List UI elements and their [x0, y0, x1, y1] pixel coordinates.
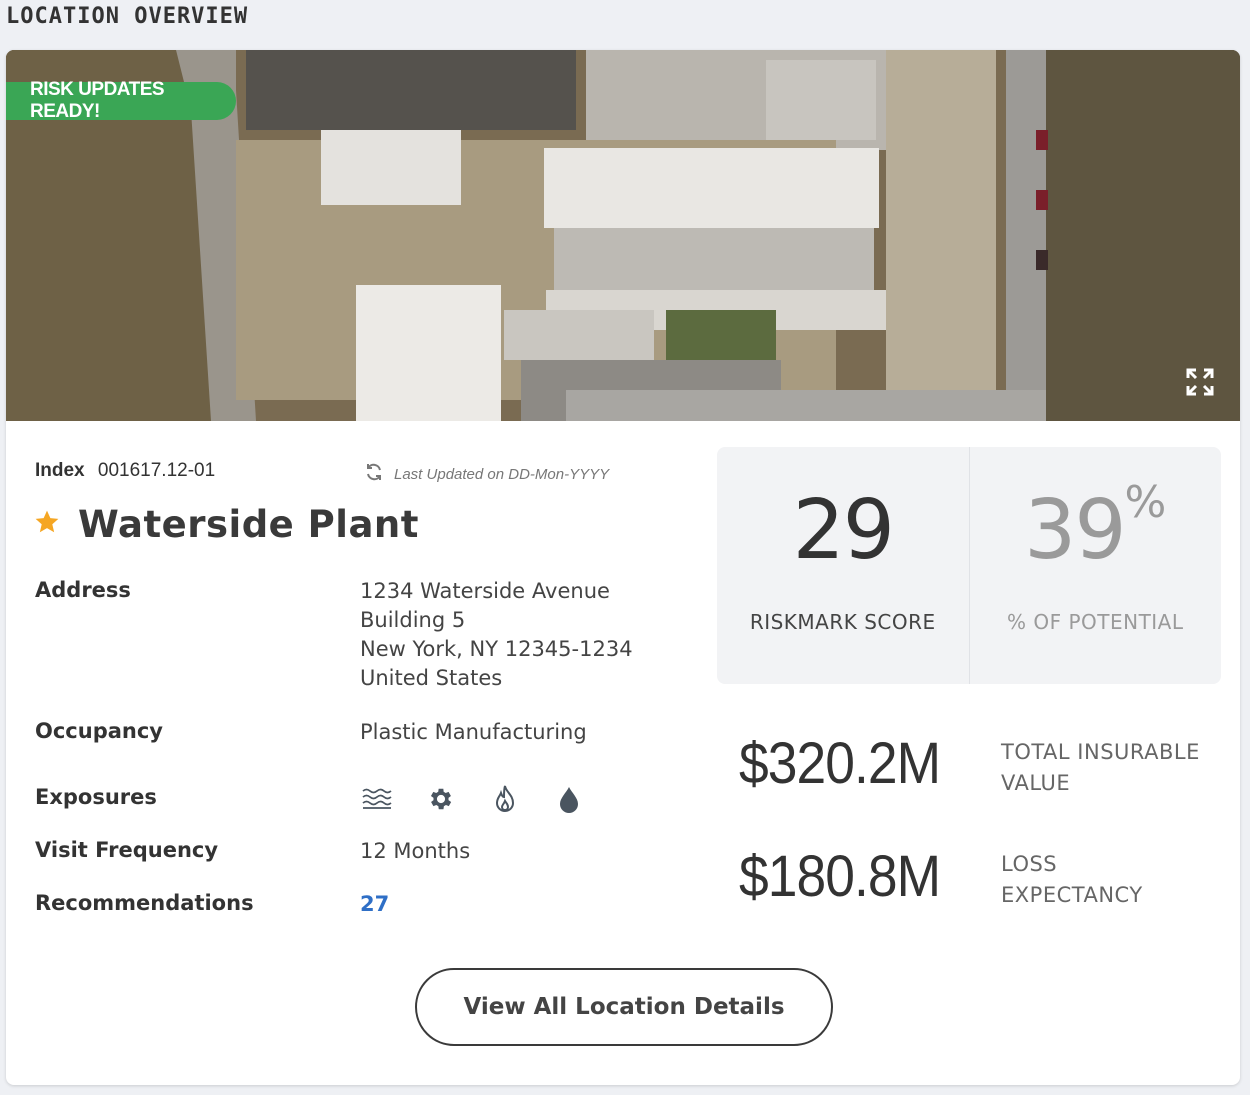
address-line-3: New York, NY 12345-1234 [360, 637, 633, 661]
potential-value: 39 [1024, 483, 1126, 578]
potential-unit: % [1124, 477, 1167, 528]
potential-cell: 39% % OF POTENTIAL [968, 447, 1222, 684]
risk-updates-badge[interactable]: RISK UPDATES READY! [6, 79, 236, 122]
exposures-icons [360, 782, 586, 816]
fire-icon[interactable] [488, 782, 522, 816]
recommendations-label: Recommendations [35, 891, 254, 915]
exposures-label: Exposures [35, 785, 157, 809]
potential-value-wrap: 39% [970, 477, 1222, 578]
total-insurable-value: $320.2M [739, 731, 941, 796]
loss-expectancy-label: LOSS EXPECTANCY [1001, 849, 1221, 911]
visit-frequency-value: 12 Months [360, 839, 471, 863]
potential-label: % OF POTENTIAL [1006, 610, 1184, 634]
index-row: Index 001617.12-01 [35, 460, 215, 482]
tiv-label-line-2: VALUE [1001, 771, 1071, 795]
aerial-image: RISK UPDATES READY! [6, 50, 1240, 421]
gear-icon[interactable] [424, 782, 458, 816]
tiv-label-line-1: TOTAL INSURABLE [1001, 740, 1200, 764]
address-line-1: 1234 Waterside Avenue [360, 579, 610, 603]
last-updated: Last Updated on DD-Mon-YYYY [364, 462, 609, 486]
index-label: Index [35, 460, 85, 481]
address-line-4: United States [360, 666, 503, 690]
refresh-icon[interactable] [364, 462, 384, 486]
total-insurable-value-label: TOTAL INSURABLE VALUE [1001, 737, 1221, 799]
score-panel: 29 RISKMARK SCORE 39% % OF POTENTIAL [717, 447, 1221, 684]
location-name: Waterside Plant [78, 503, 419, 546]
loss-label-line-1: LOSS [1001, 852, 1058, 876]
address-value: 1234 Waterside Avenue Building 5 New Yor… [360, 577, 633, 693]
riskmark-score-cell: 29 RISKMARK SCORE [717, 447, 969, 684]
address-label: Address [35, 578, 131, 602]
loss-label-line-2: EXPECTANCY [1001, 883, 1143, 907]
recommendations-link[interactable]: 27 [360, 890, 389, 919]
loss-expectancy-value: $180.8M [739, 844, 941, 909]
water-drop-icon[interactable] [552, 782, 586, 816]
location-title-row: Waterside Plant [34, 503, 419, 546]
flood-icon[interactable] [360, 782, 394, 816]
riskmark-score-value: 29 [792, 483, 895, 578]
visit-frequency-label: Visit Frequency [35, 838, 219, 862]
occupancy-label: Occupancy [35, 719, 163, 743]
last-updated-text: Last Updated on DD-Mon-YYYY [394, 465, 610, 483]
view-all-details-button[interactable]: View All Location Details [415, 968, 833, 1046]
occupancy-value: Plastic Manufacturing [360, 720, 587, 744]
index-value: 001617.12-01 [97, 460, 216, 481]
section-title: LOCATION OVERVIEW [6, 4, 249, 29]
expand-icon[interactable] [1184, 366, 1216, 398]
riskmark-score-label: RISKMARK SCORE [749, 610, 936, 634]
favorite-star-icon[interactable] [34, 509, 60, 540]
address-line-2: Building 5 [360, 608, 466, 632]
location-card: RISK UPDATES READY! Index 001617.12-01 L… [6, 50, 1240, 1085]
